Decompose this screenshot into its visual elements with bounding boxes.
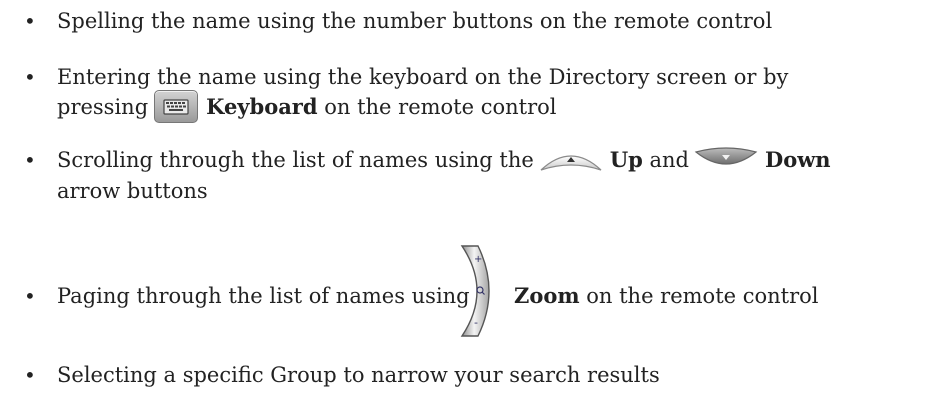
bullet-text-keyboard-line1: Entering the name using the keyboard on … <box>57 65 789 89</box>
zoom-rocker-icon: + - <box>456 242 500 340</box>
bullet-symbol: • <box>24 284 36 308</box>
zoom-label: Zoom <box>514 283 580 308</box>
down-label: Down <box>765 147 831 172</box>
down-arrow-button-icon <box>693 146 759 174</box>
up-arrow-button-icon <box>538 146 604 174</box>
list-item: • Entering the name using the keyboard o… <box>0 64 925 134</box>
bullet-text-group: Selecting a specific Group to narrow you… <box>57 363 660 387</box>
feature-bullet-list: • Spelling the name using the number but… <box>0 0 925 395</box>
svg-text:-: - <box>474 316 478 329</box>
scrolling-prefix: Scrolling through the list of names usin… <box>57 148 534 172</box>
pressing-word: pressing <box>57 95 149 119</box>
bullet-symbol: • <box>24 65 36 89</box>
and-word: and <box>649 148 690 172</box>
bullet-text-scrolling-line2: arrow buttons <box>57 178 208 203</box>
bullet-symbol: • <box>24 9 36 33</box>
bullet-text-scrolling-line1: Scrolling through the list of names usin… <box>57 146 917 176</box>
bullet-text-spelling: Spelling the name using the number butto… <box>57 9 773 33</box>
bullet-text-scrolling: Scrolling through the list of names usin… <box>57 146 917 204</box>
bullet-symbol: • <box>24 148 36 172</box>
zoom-suffix: on the remote control <box>586 284 819 308</box>
svg-text:+: + <box>474 254 482 265</box>
list-item: • Paging through the list of names using… <box>0 245 925 348</box>
bullet-symbol: • <box>24 363 36 387</box>
zoom-prefix: Paging through the list of names using <box>57 284 470 308</box>
zoom-label-group: Zoom on the remote control <box>514 283 914 309</box>
up-label: Up <box>609 147 643 172</box>
keyboard-suffix: on the remote control <box>324 95 557 119</box>
bullet-text-keyboard-line2: pressing Keyboard on the remote control <box>57 90 917 125</box>
keyboard-label: Keyboard <box>206 94 318 119</box>
keyboard-button-icon <box>154 90 199 123</box>
bullet-text-keyboard: Entering the name using the keyboard on … <box>57 64 917 125</box>
list-item: • Scrolling through the list of names us… <box>0 146 925 207</box>
